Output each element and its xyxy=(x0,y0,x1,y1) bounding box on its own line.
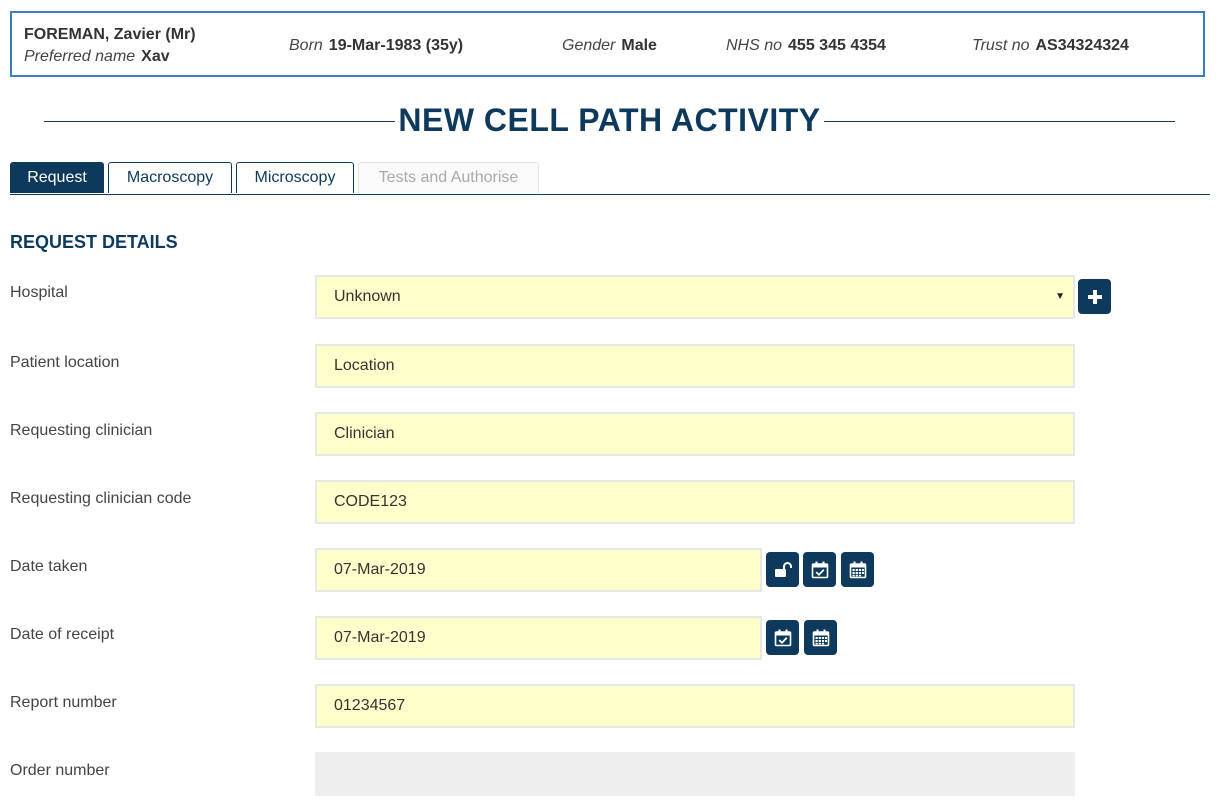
report-number-label: Report number xyxy=(10,694,117,711)
trust-label: Trust no xyxy=(972,37,1030,54)
add-hospital-button[interactable] xyxy=(1078,279,1111,314)
report-number-input[interactable]: 01234567 xyxy=(315,684,1075,728)
date-taken-today-button[interactable] xyxy=(803,552,836,587)
patient-location-label: Patient location xyxy=(10,354,120,371)
requesting-clinician-input[interactable]: Clinician xyxy=(315,412,1075,456)
hospital-select[interactable]: Unknown ▼ xyxy=(315,275,1075,319)
order-number-input xyxy=(315,752,1075,796)
calendar-check-icon xyxy=(811,561,828,578)
gender-label: Gender xyxy=(562,37,616,54)
requesting-clinician-label: Requesting clinician xyxy=(10,422,153,439)
date-of-receipt-value: 07-Mar-2019 xyxy=(334,629,426,646)
tab-microscopy[interactable]: Microscopy xyxy=(236,162,354,193)
date-taken-input[interactable]: 07-Mar-2019 xyxy=(315,548,762,592)
trust-field: Trust no AS34324324 xyxy=(972,37,1129,55)
patient-location-value: Location xyxy=(334,357,395,374)
gender-value: Male xyxy=(621,37,657,54)
nhs-field: NHS no 455 345 4354 xyxy=(726,37,886,55)
preferred-name-value: Xav xyxy=(141,48,170,65)
requesting-clinician-code-value: CODE123 xyxy=(334,493,407,510)
date-taken-label: Date taken xyxy=(10,558,88,575)
date-of-receipt-input[interactable]: 07-Mar-2019 xyxy=(315,616,762,660)
requesting-clinician-code-label: Requesting clinician code xyxy=(10,490,192,507)
tab-tests-and-authorise: Tests and Authorise xyxy=(358,162,539,193)
report-number-value: 01234567 xyxy=(334,697,406,714)
tab-bar: Request Macroscopy Microscopy Tests and … xyxy=(10,162,1210,195)
tab-request[interactable]: Request xyxy=(10,162,104,193)
nhs-value: 455 345 4354 xyxy=(788,37,886,54)
title-divider-right xyxy=(824,121,1175,122)
page-title-row: NEW CELL PATH ACTIVITY xyxy=(44,100,1175,140)
requesting-clinician-value: Clinician xyxy=(334,425,395,442)
patient-name: FOREMAN, Zavier (Mr) xyxy=(24,26,196,43)
section-heading: REQUEST DETAILS xyxy=(10,232,178,252)
dropdown-caret-icon: ▼ xyxy=(1055,291,1065,302)
page-title: NEW CELL PATH ACTIVITY xyxy=(398,102,821,138)
born-label: Born xyxy=(289,37,323,54)
title-divider-left xyxy=(44,121,395,122)
trust-value: AS34324324 xyxy=(1035,37,1129,54)
born-field: Born 19-Mar-1983 (35y) xyxy=(289,37,463,55)
calendar-check-icon xyxy=(774,629,791,646)
date-of-receipt-label: Date of receipt xyxy=(10,626,115,643)
preferred-name: Preferred name Xav xyxy=(24,48,170,66)
calendar-icon xyxy=(849,561,866,578)
requesting-clinician-code-input[interactable]: CODE123 xyxy=(315,480,1075,524)
unlock-icon xyxy=(774,561,792,577)
date-taken-calendar-button[interactable] xyxy=(841,552,874,587)
hospital-select-value: Unknown xyxy=(334,288,401,305)
plus-icon xyxy=(1087,289,1102,304)
order-number-label: Order number xyxy=(10,762,110,779)
born-value: 19-Mar-1983 (35y) xyxy=(328,37,464,54)
date-taken-value: 07-Mar-2019 xyxy=(334,561,426,578)
preferred-name-label: Preferred name xyxy=(24,48,136,65)
hospital-label: Hospital xyxy=(10,284,68,301)
date-of-receipt-today-button[interactable] xyxy=(766,620,799,655)
patient-banner: FOREMAN, Zavier (Mr) Preferred name Xav B… xyxy=(10,11,1205,77)
nhs-label: NHS no xyxy=(726,37,783,54)
calendar-icon xyxy=(812,629,829,646)
patient-location-input[interactable]: Location xyxy=(315,344,1075,388)
unlock-date-button[interactable] xyxy=(766,552,799,587)
date-of-receipt-calendar-button[interactable] xyxy=(804,620,837,655)
tab-macroscopy[interactable]: Macroscopy xyxy=(108,162,232,193)
gender-field: Gender Male xyxy=(562,37,657,55)
